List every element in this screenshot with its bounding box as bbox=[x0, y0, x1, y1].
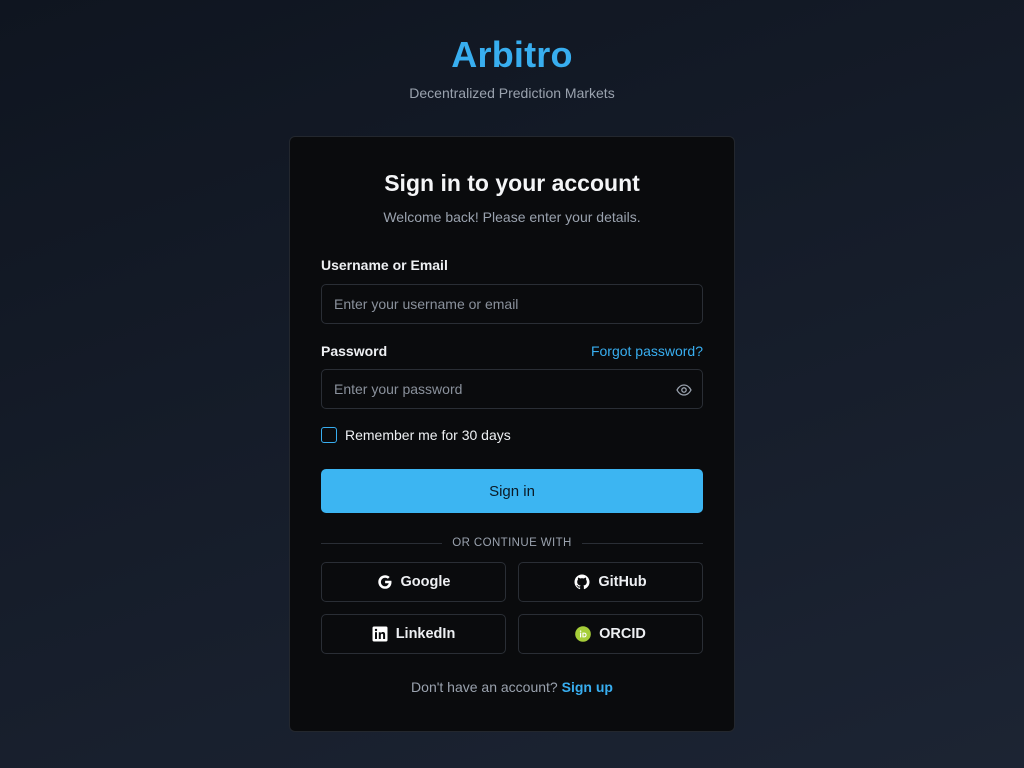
forgot-password-link[interactable]: Forgot password? bbox=[591, 343, 703, 359]
linkedin-label: LinkedIn bbox=[395, 626, 456, 642]
google-label: Google bbox=[400, 574, 451, 590]
username-field-wrapper bbox=[321, 284, 703, 324]
linkedin-icon bbox=[372, 626, 388, 642]
signin-card: Sign in to your account Welcome back! Pl… bbox=[289, 136, 735, 732]
sign-in-button[interactable]: Sign in bbox=[321, 469, 703, 513]
github-icon bbox=[574, 574, 590, 590]
divider: OR CONTINUE WITH bbox=[321, 537, 704, 549]
linkedin-button[interactable]: LinkedIn bbox=[321, 614, 506, 654]
divider-text: OR CONTINUE WITH bbox=[452, 537, 572, 549]
eye-icon[interactable] bbox=[676, 382, 692, 398]
card-subtitle: Welcome back! Please enter your details. bbox=[383, 209, 641, 225]
social-login-grid: Google GitHub LinkedIn ORCID bbox=[321, 562, 703, 654]
password-group: Password Forgot password? bbox=[321, 342, 703, 409]
password-label: Password bbox=[321, 343, 388, 359]
remember-me-checkbox[interactable] bbox=[321, 427, 337, 443]
password-input[interactable] bbox=[322, 370, 702, 408]
orcid-icon bbox=[575, 626, 591, 642]
divider-line-left bbox=[321, 542, 443, 544]
orcid-button[interactable]: ORCID bbox=[518, 614, 703, 654]
brand-subtitle: Decentralized Prediction Markets bbox=[409, 85, 615, 101]
username-label: Username or Email bbox=[321, 257, 448, 273]
divider-line-right bbox=[581, 542, 704, 544]
signup-prompt-text: Don't have an account? bbox=[411, 679, 558, 695]
remember-me-label: Remember me for 30 days bbox=[345, 427, 511, 443]
github-label: GitHub bbox=[598, 574, 647, 590]
brand-title: Arbitro bbox=[451, 34, 573, 75]
remember-me-row: Remember me for 30 days bbox=[321, 427, 703, 443]
username-group: Username or Email bbox=[321, 256, 703, 324]
card-title: Sign in to your account bbox=[384, 170, 640, 196]
google-button[interactable]: Google bbox=[321, 562, 506, 602]
sign-up-link[interactable]: Sign up bbox=[562, 679, 613, 695]
github-button[interactable]: GitHub bbox=[518, 562, 703, 602]
orcid-label: ORCID bbox=[599, 626, 646, 642]
username-input[interactable] bbox=[322, 285, 702, 323]
password-field-wrapper bbox=[321, 369, 703, 409]
brand-header: Arbitro Decentralized Prediction Markets bbox=[0, 34, 1024, 102]
google-icon bbox=[377, 574, 393, 590]
signup-prompt: Don't have an account? Sign up bbox=[321, 679, 703, 695]
